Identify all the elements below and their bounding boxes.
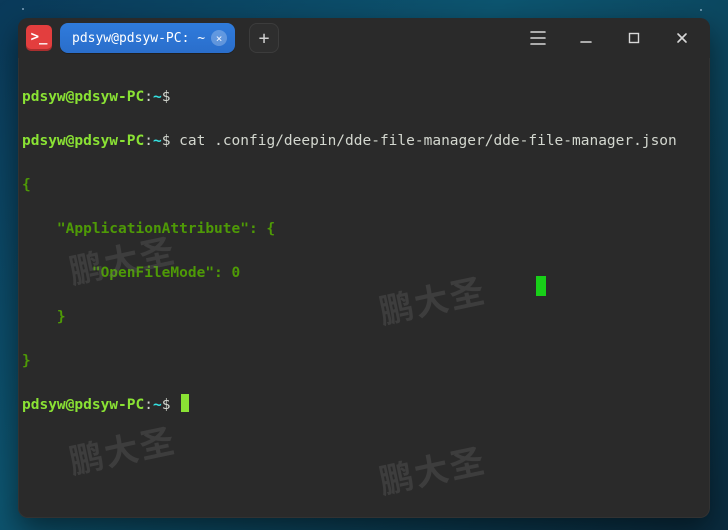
new-tab-button[interactable]: + [249, 23, 279, 53]
close-button[interactable] [662, 18, 702, 58]
tab-active[interactable]: pdsyw@pdsyw-PC: ~ × [60, 23, 235, 53]
hamburger-icon [530, 31, 546, 45]
watermark-text: 鹏大圣 [67, 427, 177, 471]
minimize-button[interactable] [566, 18, 606, 58]
prompt-user: pdsyw [22, 133, 66, 149]
titlebar: >_ pdsyw@pdsyw-PC: ~ × + [18, 18, 710, 58]
terminal-window: >_ pdsyw@pdsyw-PC: ~ × + pdsyw@pdsyw-PC:… [18, 18, 710, 518]
prompt-line: pdsyw@pdsyw-PC:~$ [22, 394, 706, 416]
maximize-icon [628, 32, 640, 44]
watermark-text: 鹏大圣 [377, 447, 487, 491]
prompt-user: pdsyw [22, 397, 66, 413]
minimize-icon [579, 31, 593, 45]
prompt-cwd: ~ [153, 89, 162, 105]
prompt-symbol: $ [162, 89, 171, 105]
cursor-block-artifact [536, 276, 546, 296]
prompt-host: pdsyw-PC [74, 133, 144, 149]
text-cursor [181, 394, 189, 412]
output-line: } [22, 350, 706, 372]
terminal-app-icon: >_ [26, 25, 52, 51]
maximize-button[interactable] [614, 18, 654, 58]
prompt-host: pdsyw-PC [74, 397, 144, 413]
command-text: cat .config/deepin/dde-file-manager/dde-… [179, 133, 677, 149]
prompt-cwd: ~ [153, 397, 162, 413]
prompt-line: pdsyw@pdsyw-PC:~$ [22, 86, 706, 108]
prompt-host: pdsyw-PC [74, 89, 144, 105]
plus-icon: + [259, 28, 270, 49]
menu-button[interactable] [518, 18, 558, 58]
output-line: { [22, 174, 706, 196]
terminal-body[interactable]: pdsyw@pdsyw-PC:~$ pdsyw@pdsyw-PC:~$ cat … [18, 58, 710, 518]
output-line: "OpenFileMode": 0 [22, 262, 706, 284]
output-line: "ApplicationAttribute": { [22, 218, 706, 240]
prompt-user: pdsyw [22, 89, 66, 105]
output-line: } [22, 306, 706, 328]
tab-title: pdsyw@pdsyw-PC: ~ [72, 31, 205, 46]
prompt-cwd: ~ [153, 133, 162, 149]
prompt-line: pdsyw@pdsyw-PC:~$ cat .config/deepin/dde… [22, 130, 706, 152]
prompt-symbol: $ [162, 397, 171, 413]
tab-close-icon[interactable]: × [211, 30, 227, 46]
close-icon [676, 32, 688, 44]
prompt-symbol: $ [162, 133, 171, 149]
